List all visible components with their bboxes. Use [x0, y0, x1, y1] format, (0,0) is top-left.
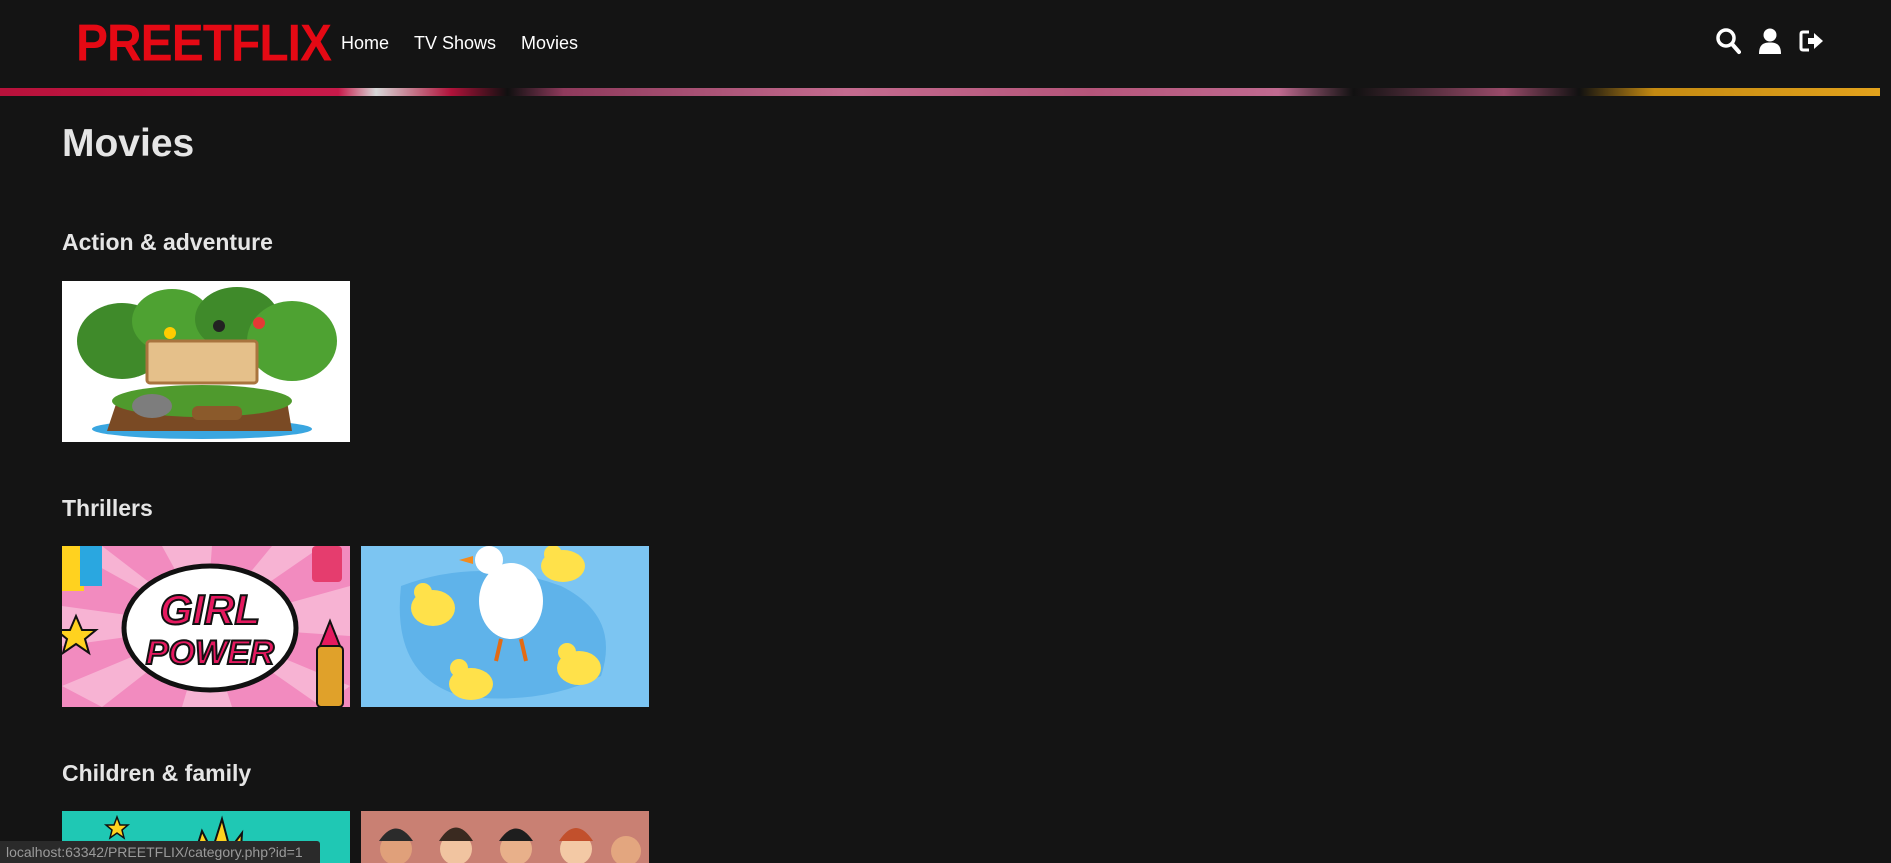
main-nav: Home TV Shows Movies	[341, 31, 578, 55]
user-icon[interactable]	[1757, 27, 1783, 55]
nav-tv-shows-link[interactable]: TV Shows	[414, 31, 496, 55]
category-title-thrillers: Thrillers	[62, 495, 153, 521]
girl-power-thumbnail[interactable]: GIRL POWER	[62, 546, 350, 707]
girl-power-line1: GIRL	[160, 586, 260, 633]
top-navigation-bar: PREETFLIX Home TV Shows Movies	[0, 0, 1891, 88]
header-icons	[1715, 27, 1825, 55]
logo[interactable]: PREETFLIX	[76, 15, 332, 72]
nav-home-link[interactable]: Home	[341, 31, 389, 55]
search-icon[interactable]	[1715, 27, 1741, 55]
page-title: Movies	[62, 122, 195, 165]
sign-out-icon[interactable]	[1799, 27, 1825, 55]
girl-power-line2: POWER	[146, 634, 275, 672]
jungle-island-thumbnail[interactable]	[62, 281, 350, 442]
category-title-children-family: Children & family	[62, 760, 252, 786]
ducks-thumbnail[interactable]	[361, 546, 649, 707]
people-group-thumbnail[interactable]	[361, 811, 649, 863]
browser-status-bar: localhost:63342/PREETFLIX/category.php?i…	[0, 841, 320, 863]
category-title-action-adventure: Action & adventure	[62, 229, 273, 255]
hero-banner-edge	[0, 88, 1880, 96]
nav-movies-link[interactable]: Movies	[521, 31, 578, 55]
